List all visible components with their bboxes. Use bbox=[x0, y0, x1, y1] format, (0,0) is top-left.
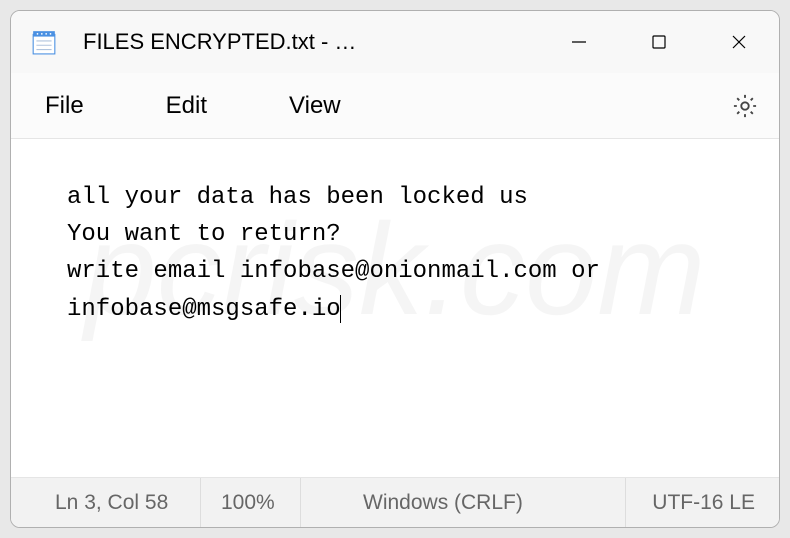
text-line-2: You want to return? bbox=[67, 221, 341, 248]
maximize-button[interactable] bbox=[619, 11, 699, 73]
menu-file[interactable]: File bbox=[45, 92, 84, 120]
notepad-icon bbox=[31, 29, 57, 55]
close-button[interactable] bbox=[699, 11, 779, 73]
statusbar: Ln 3, Col 58 100% Windows (CRLF) UTF-16 … bbox=[11, 477, 779, 527]
notepad-window: pcrisk.com FILES ENCRYPTED.txt - … bbox=[10, 10, 780, 528]
titlebar: FILES ENCRYPTED.txt - … bbox=[11, 11, 779, 73]
status-line-ending[interactable]: Windows (CRLF) bbox=[301, 478, 626, 527]
text-cursor bbox=[340, 295, 341, 323]
window-title: FILES ENCRYPTED.txt - … bbox=[83, 29, 539, 55]
gear-icon[interactable] bbox=[731, 92, 759, 120]
status-zoom[interactable]: 100% bbox=[201, 478, 301, 527]
text-content[interactable]: all your data has been locked us You wan… bbox=[11, 139, 779, 477]
menubar: File Edit View bbox=[11, 73, 779, 139]
menu-view[interactable]: View bbox=[289, 92, 341, 120]
window-controls bbox=[539, 11, 779, 73]
minimize-button[interactable] bbox=[539, 11, 619, 73]
text-line-1: all your data has been locked us bbox=[67, 184, 528, 211]
status-line-col[interactable]: Ln 3, Col 58 bbox=[11, 478, 201, 527]
status-encoding[interactable]: UTF-16 LE bbox=[626, 478, 779, 527]
menu-edit[interactable]: Edit bbox=[166, 92, 207, 120]
